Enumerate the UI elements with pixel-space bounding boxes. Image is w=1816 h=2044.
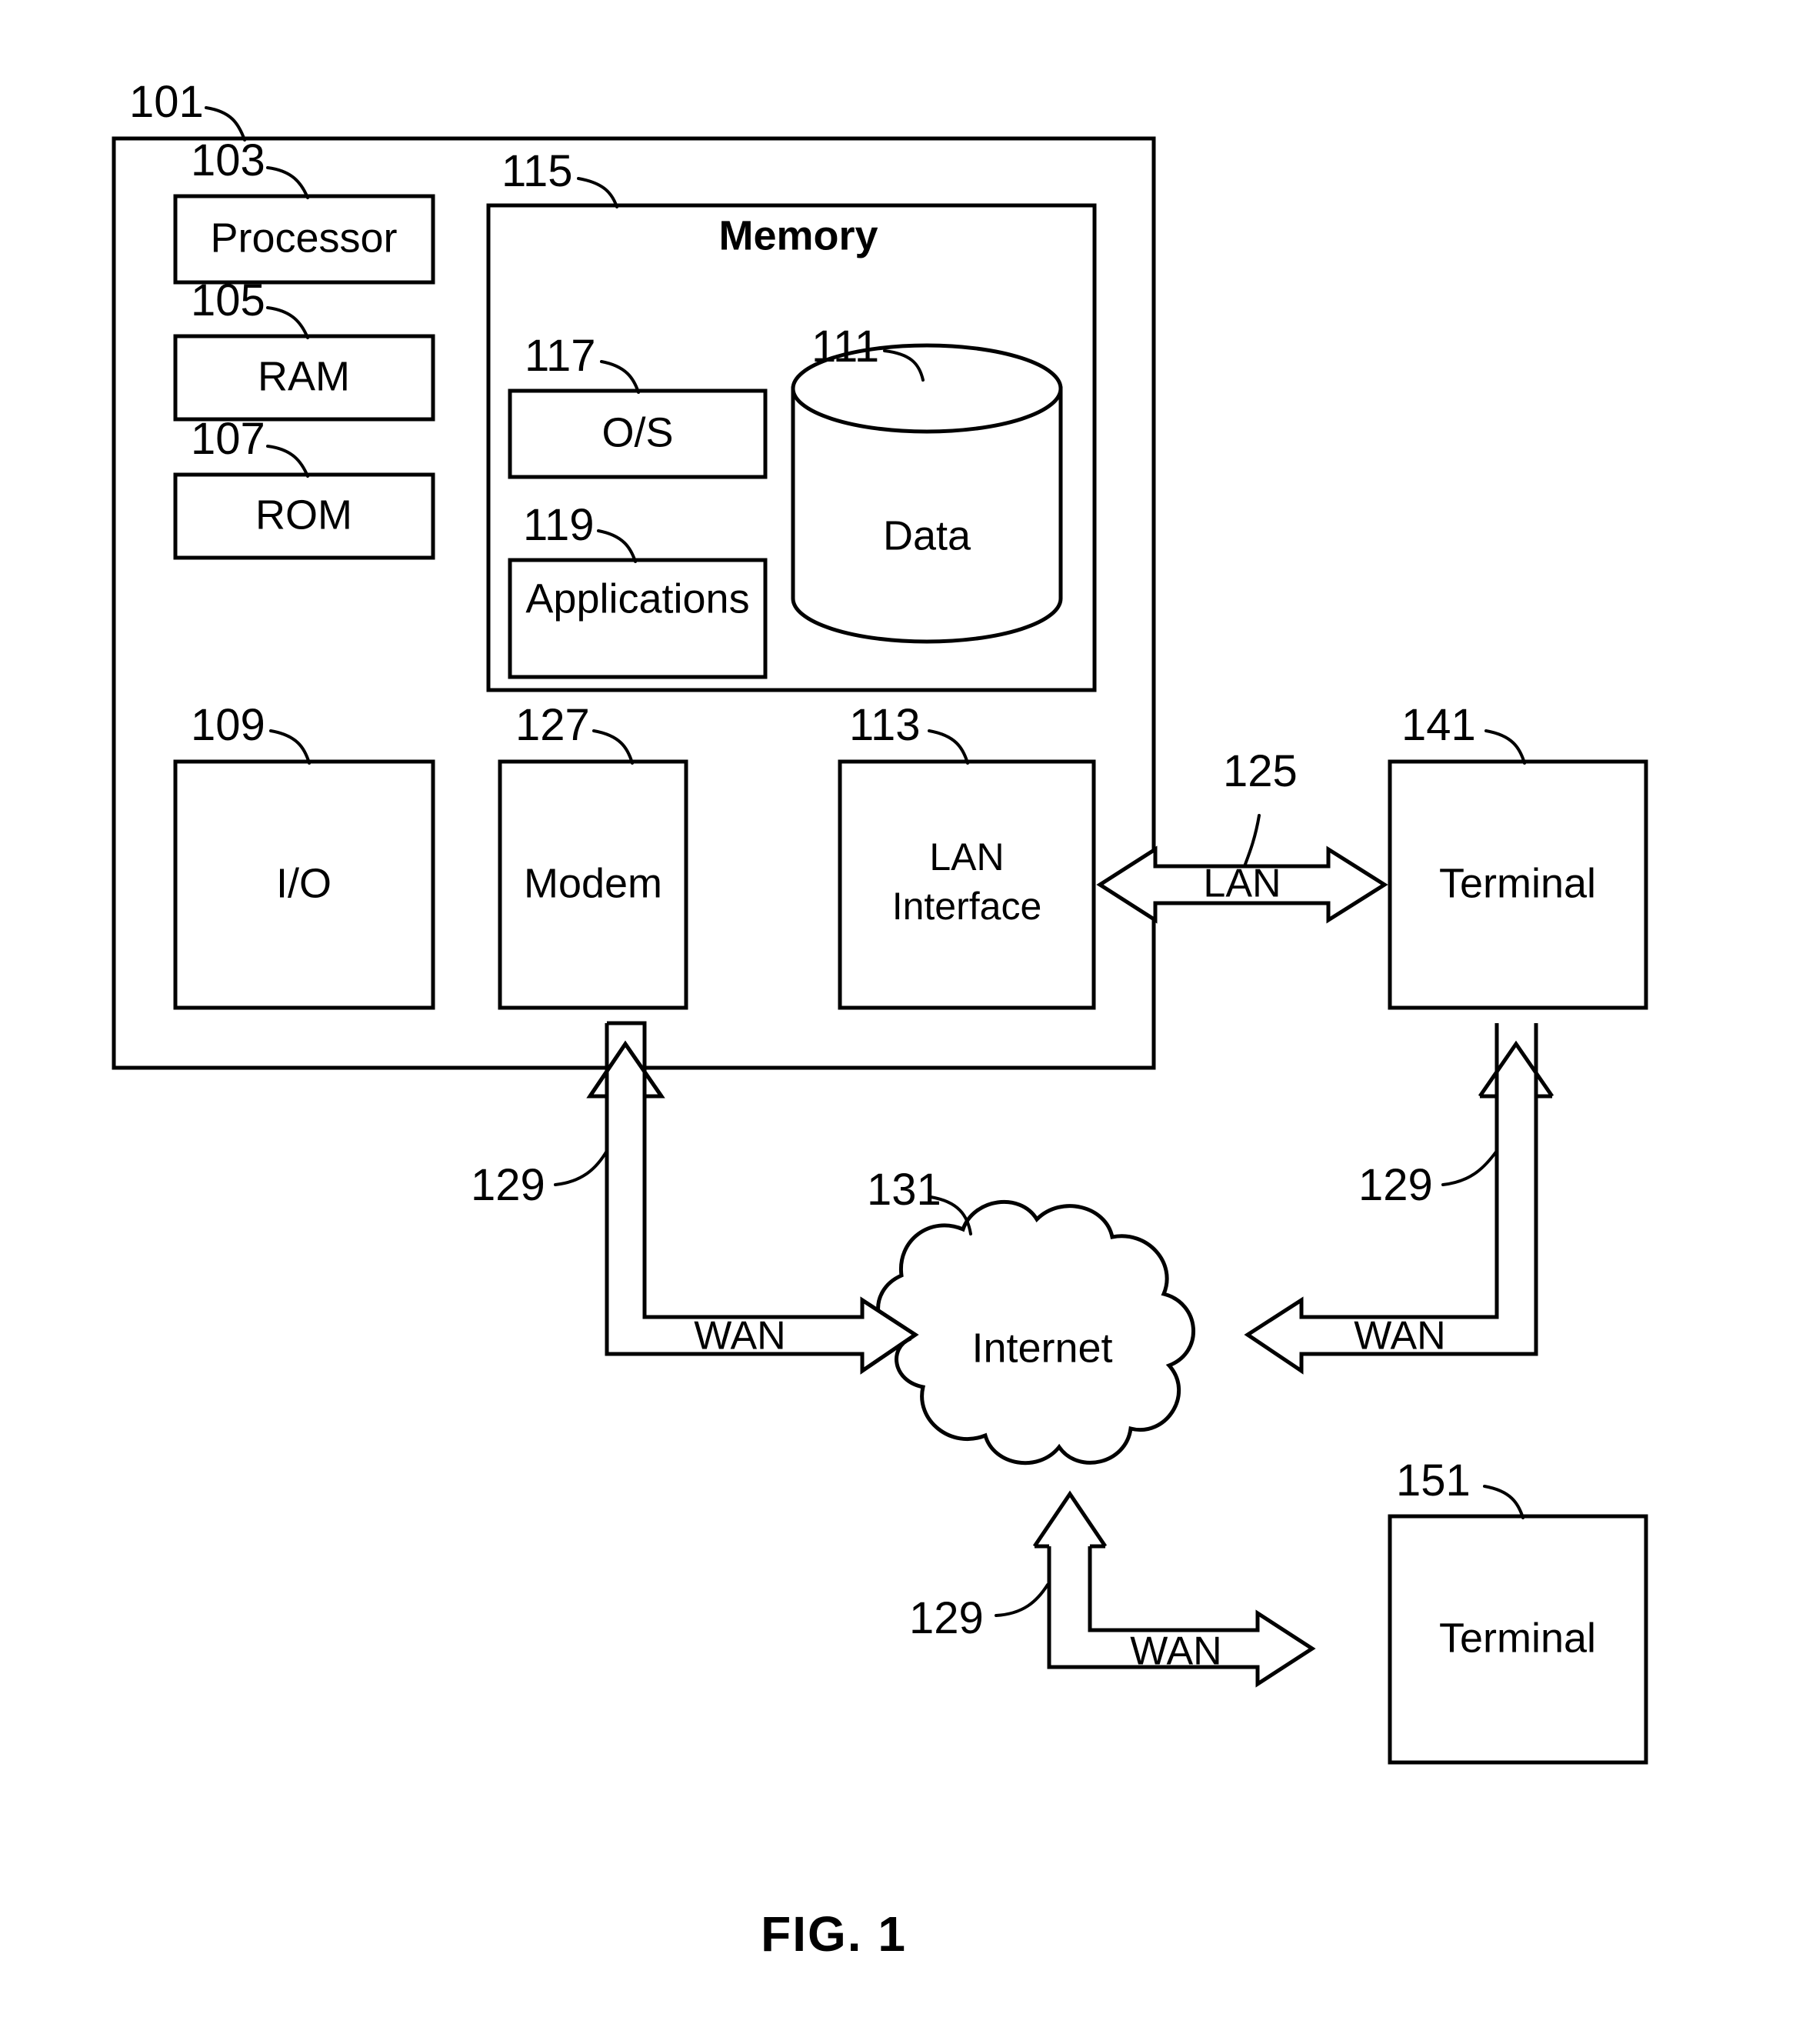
ref-number-129-terminal-141: 129 (1358, 1160, 1433, 1210)
ref-number-115: 115 (501, 146, 572, 196)
patent-figure-1: 101 103 Processor 105 RAM 107 ROM 109 I/… (0, 0, 1816, 2044)
wan-link-terminal-141-label: WAN (1354, 1314, 1445, 1359)
ref-number-127: 127 (515, 700, 590, 750)
leader-line-125 (1243, 814, 1261, 868)
wan-link-terminal-151-label: WAN (1130, 1629, 1221, 1674)
ref-number-105: 105 (191, 275, 265, 325)
lan-interface-label-line1: LAN (929, 835, 1004, 879)
ref-number-101: 101 (129, 77, 204, 127)
ref-number-129-modem: 129 (471, 1160, 545, 1210)
leader-line-109 (269, 729, 311, 765)
data-cylinder (791, 343, 1063, 644)
ref-number-103: 103 (191, 135, 265, 185)
memory-title: Memory (718, 212, 878, 258)
leader-line-151 (1483, 1485, 1524, 1519)
applications-label: Applications (525, 575, 749, 622)
leader-line-129-terminal-151 (995, 1583, 1049, 1617)
terminal-151-label: Terminal (1439, 1615, 1596, 1661)
ref-number-131: 131 (867, 1165, 941, 1215)
leader-line-129-modem (554, 1149, 608, 1186)
internet-label: Internet (971, 1325, 1112, 1371)
io-label: I/O (276, 860, 332, 906)
ram-label: RAM (258, 353, 350, 399)
leader-line-103 (266, 166, 309, 199)
processor-label: Processor (210, 215, 397, 261)
leader-line-127 (592, 729, 634, 765)
ref-number-111: 111 (811, 322, 879, 372)
ref-number-141: 141 (1401, 700, 1476, 750)
data-label: Data (883, 512, 971, 559)
lan-link-label: LAN (1203, 862, 1281, 906)
rom-label: ROM (255, 492, 352, 538)
leader-line-113 (928, 729, 969, 765)
lan-interface-label-line2: Interface (892, 885, 1042, 928)
leader-line-129-terminal-141 (1441, 1149, 1498, 1186)
ref-number-125: 125 (1223, 746, 1298, 796)
ref-number-151: 151 (1396, 1455, 1471, 1505)
ref-number-109: 109 (191, 700, 265, 750)
modem-label: Modem (524, 860, 662, 906)
ref-number-107: 107 (191, 414, 265, 464)
leader-line-115 (577, 177, 618, 208)
wan-link-modem-label: WAN (694, 1314, 785, 1359)
figure-caption: FIG. 1 (761, 1906, 907, 1962)
leader-line-105 (266, 306, 309, 339)
leader-line-107 (266, 445, 309, 478)
os-label: O/S (601, 409, 673, 455)
ref-number-117: 117 (525, 331, 595, 381)
ref-number-113: 113 (849, 700, 920, 750)
ref-number-119: 119 (523, 500, 594, 550)
figure-canvas: 101 103 Processor 105 RAM 107 ROM 109 I/… (112, 77, 1648, 1962)
ref-number-129-terminal-151: 129 (909, 1593, 984, 1643)
leader-line-141 (1484, 729, 1526, 765)
terminal-141-label: Terminal (1439, 860, 1596, 906)
